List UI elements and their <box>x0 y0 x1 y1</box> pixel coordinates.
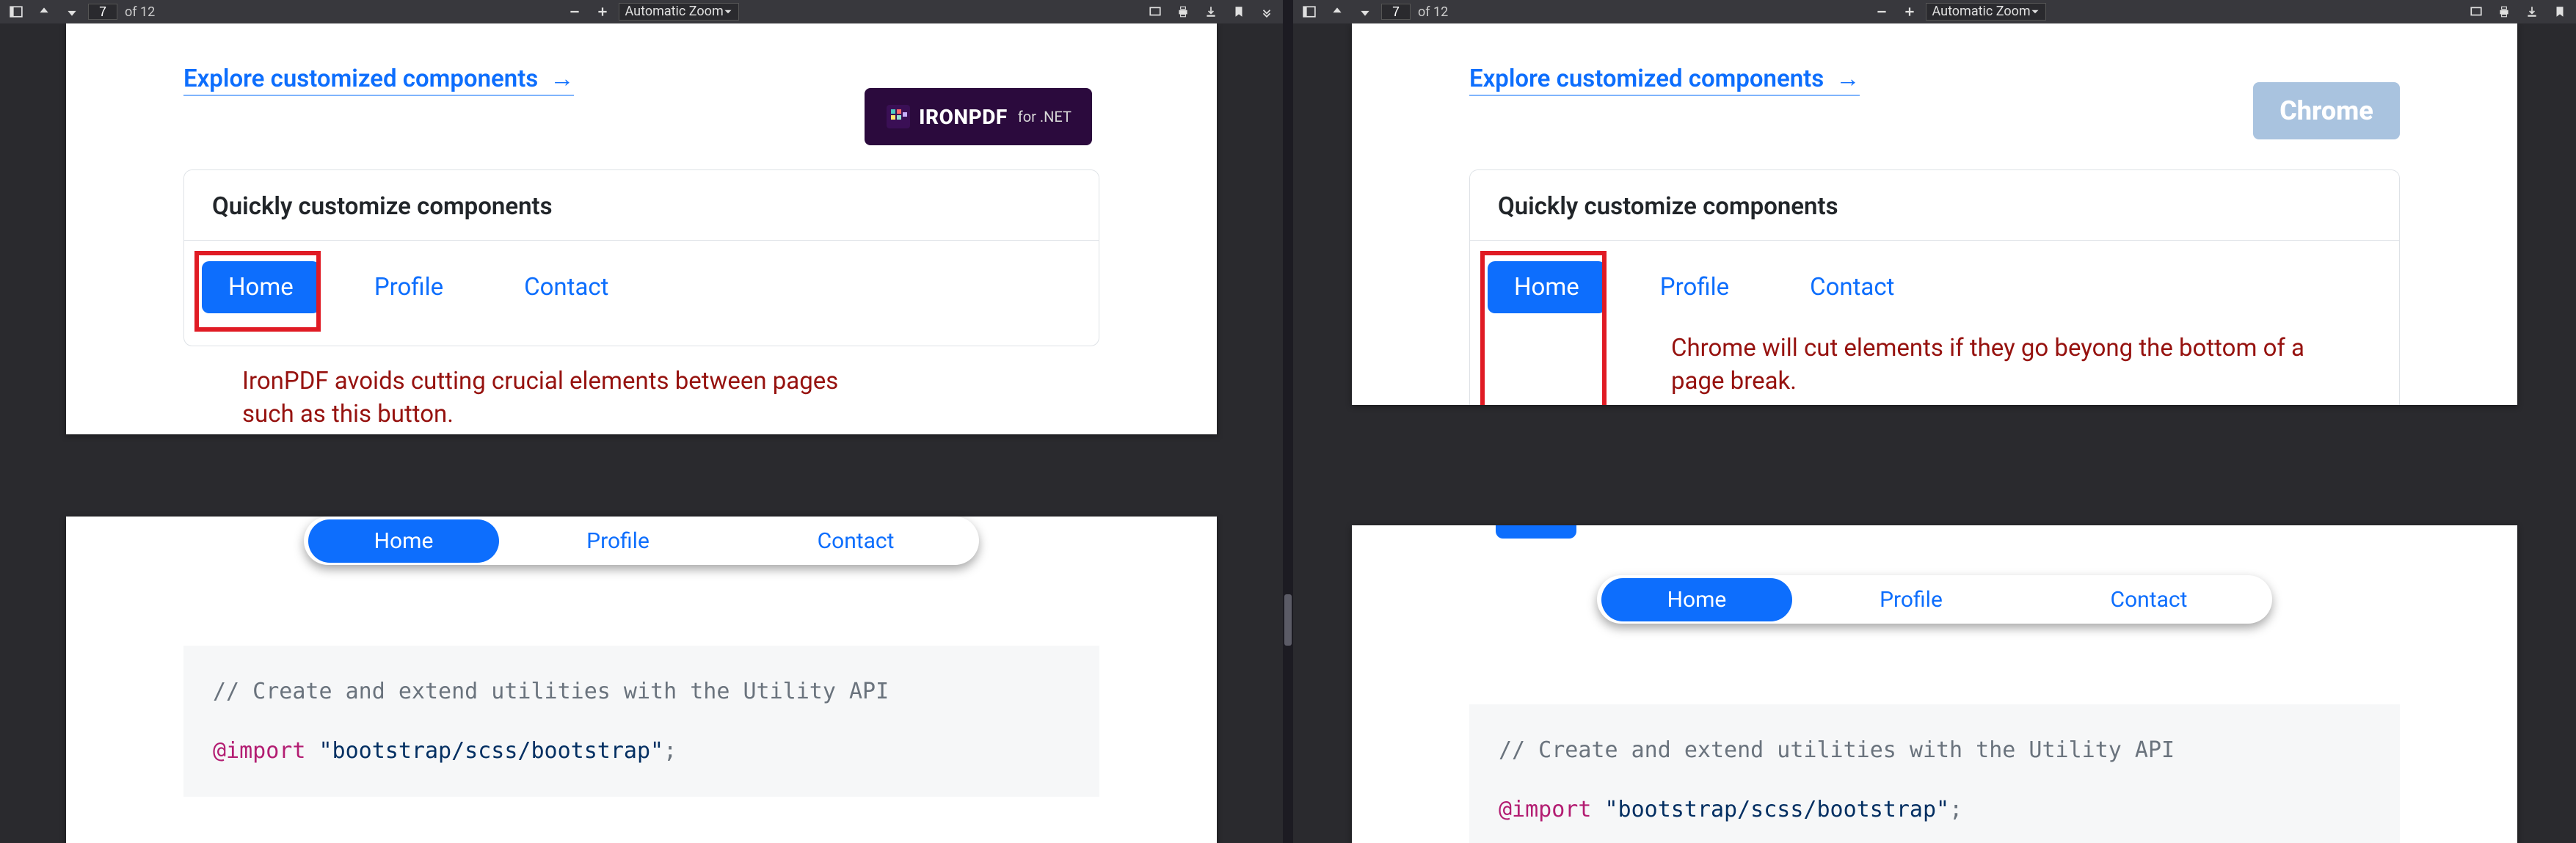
page-total-label: of 12 <box>125 4 155 20</box>
pdf-toolbar: of 12 Automatic Zoom <box>1293 0 2576 23</box>
print-icon[interactable] <box>2492 1 2516 22</box>
bookmark-icon[interactable] <box>1227 1 1251 22</box>
pill-nav: Home Profile Contact <box>1597 575 2272 624</box>
tab-list: Home Profile Contact <box>1488 261 2382 313</box>
chrome-badge: Chrome <box>2253 82 2400 139</box>
ironpdf-badge-sub: for .NET <box>1018 108 1071 125</box>
tab-contact[interactable]: Contact <box>498 261 635 313</box>
download-icon[interactable] <box>1199 1 1223 22</box>
code-keyword: @import <box>213 738 305 764</box>
zoom-in-icon[interactable] <box>1898 1 1921 22</box>
page-number-input[interactable] <box>1381 4 1411 20</box>
tab-home[interactable]: Home <box>202 261 320 313</box>
page-total-label: of 12 <box>1418 4 1448 20</box>
bookmark-icon[interactable] <box>2548 1 2572 22</box>
tools-icon[interactable] <box>1255 1 1278 22</box>
pill-profile[interactable]: Profile <box>499 519 737 563</box>
code-string: "bootstrap/scss/bootstrap" <box>1604 797 1949 822</box>
code-string: "bootstrap/scss/bootstrap" <box>319 738 664 764</box>
zoom-out-icon[interactable] <box>563 1 586 22</box>
arrow-right-icon: → <box>550 65 574 93</box>
page-down-icon[interactable] <box>60 1 84 22</box>
page-up-icon[interactable] <box>1325 1 1349 22</box>
presentation-icon[interactable] <box>2464 1 2488 22</box>
code-punct: ; <box>663 738 677 764</box>
pdf-page: Home Profile Contact // Create and exten… <box>66 517 1217 843</box>
download-icon[interactable] <box>2520 1 2544 22</box>
page-down-icon[interactable] <box>1353 1 1377 22</box>
code-comment: // Create and extend utilities with the … <box>213 671 1070 712</box>
page-up-icon[interactable] <box>32 1 56 22</box>
code-block: // Create and extend utilities with the … <box>183 646 1099 797</box>
pill-home[interactable]: Home <box>308 519 499 563</box>
arrow-right-icon: → <box>1835 65 1860 93</box>
code-line: @import "bootstrap/scss/bootstrap"; <box>1499 789 2371 831</box>
customize-card: Quickly customize components Home Profil… <box>1469 169 2400 405</box>
code-line: @import "bootstrap/scss/bootstrap"; <box>213 730 1070 772</box>
pdf-toolbar: of 12 Automatic Zoom <box>0 0 1283 23</box>
customize-card: Quickly customize components Home Profil… <box>183 169 1099 346</box>
tab-profile[interactable]: Profile <box>1634 261 1755 313</box>
link-text: Explore customized components <box>1469 65 1824 93</box>
sidebar-toggle-icon[interactable] <box>4 1 28 22</box>
annotation-text: Chrome will cut elements if they go beyo… <box>1671 332 2317 398</box>
ironpdf-logo-icon <box>885 103 912 130</box>
pill-nav: Home Profile Contact <box>304 517 979 565</box>
pill-profile[interactable]: Profile <box>1792 578 2030 621</box>
ironpdf-badge-title: IRONPDF <box>919 105 1008 129</box>
ironpdf-badge: IRONPDF for .NET <box>865 88 1092 145</box>
explore-components-link[interactable]: Explore customized components → <box>183 65 574 96</box>
code-keyword: @import <box>1499 797 1591 822</box>
code-comment: // Create and extend utilities with the … <box>1499 729 2371 771</box>
card-title: Quickly customize components <box>1470 170 2399 241</box>
presentation-icon[interactable] <box>1143 1 1167 22</box>
pill-contact[interactable]: Contact <box>2030 578 2268 621</box>
explore-components-link[interactable]: Explore customized components → <box>1469 65 1860 96</box>
pdf-page: Home Profile Contact // Create and exten… <box>1352 525 2517 843</box>
sidebar-toggle-icon[interactable] <box>1298 1 1321 22</box>
link-text: Explore customized components <box>183 65 538 93</box>
tab-home[interactable]: Home <box>1488 261 1606 313</box>
card-title: Quickly customize components <box>184 170 1099 241</box>
pdf-page: Explore customized components → IRONPDF … <box>66 23 1217 434</box>
zoom-select[interactable]: Automatic Zoom <box>1926 3 2046 21</box>
code-block: // Create and extend utilities with the … <box>1469 704 2400 843</box>
zoom-select[interactable]: Automatic Zoom <box>619 3 739 21</box>
pill-home[interactable]: Home <box>1601 578 1792 621</box>
tab-profile[interactable]: Profile <box>348 261 470 313</box>
cut-button-sliver <box>1496 525 1576 539</box>
page-number-input[interactable] <box>88 4 117 20</box>
zoom-in-icon[interactable] <box>591 1 614 22</box>
tab-list: Home Profile Contact <box>202 261 1081 313</box>
code-punct: ; <box>1949 797 1962 822</box>
zoom-out-icon[interactable] <box>1870 1 1893 22</box>
pane-divider[interactable] <box>1283 0 1293 843</box>
tab-contact[interactable]: Contact <box>1783 261 1921 313</box>
annotation-text: IronPDF avoids cutting crucial elements … <box>183 365 859 431</box>
print-icon[interactable] <box>1171 1 1195 22</box>
pill-contact[interactable]: Contact <box>737 519 975 563</box>
pdf-page: Explore customized components → Chrome Q… <box>1352 23 2517 405</box>
